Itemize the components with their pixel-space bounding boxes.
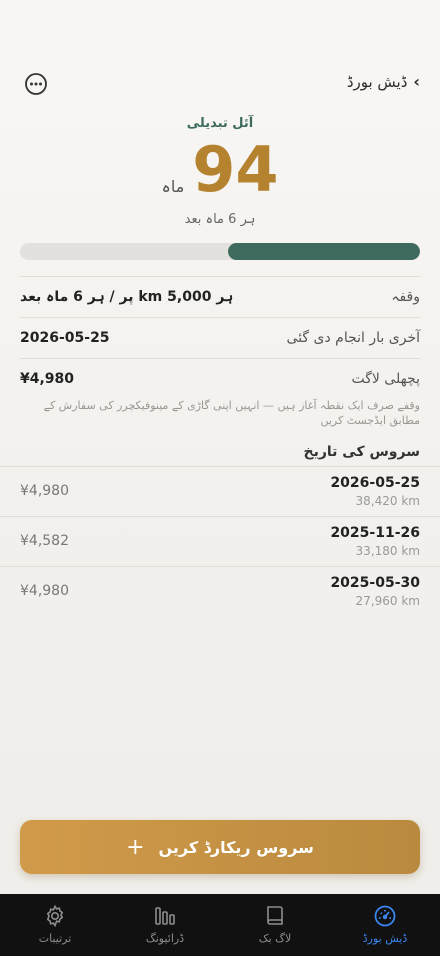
tab-settings[interactable]: ترتیبات: [0, 894, 110, 956]
hero-number: 94: [192, 133, 279, 206]
more-options-button[interactable]: [24, 72, 48, 96]
tab-driving[interactable]: ڈرائیونگ: [110, 894, 220, 956]
history-cost: ¥4,980: [20, 483, 69, 499]
more-icon: [25, 73, 47, 95]
hero-subtitle: ہر 6 ماہ بعد: [184, 212, 256, 227]
tab-bar: ترتیبات ڈرائیونگ لاگ بک ڈیش بورڈ: [0, 894, 440, 956]
book-icon: [267, 906, 283, 925]
tab-logbook[interactable]: لاگ بک: [220, 894, 330, 956]
last-cost-label: پچھلی لاگت: [351, 371, 420, 387]
progress-bar: [20, 243, 420, 260]
history-row[interactable]: ¥4,980 2026-05-25 38,420 km: [0, 466, 440, 516]
tab-label: لاگ بک: [258, 932, 292, 945]
last-done-label: آخری بار انجام دی گئی: [286, 330, 420, 346]
interval-row: ہر 5,000 km پر / ہر 6 ماہ بعد وقفہ: [20, 276, 420, 317]
last-done-value: 2026-05-25: [20, 330, 110, 346]
plus-icon: +: [126, 834, 145, 860]
history-km: 33,180 km: [355, 544, 420, 558]
record-service-label: سروس ریکارڈ کریں: [158, 837, 314, 857]
last-done-row: 2026-05-25 آخری بار انجام دی گئی: [20, 317, 420, 358]
hero-value: ماہ 94: [0, 134, 440, 206]
interval-value: ہر 5,000 km پر / ہر 6 ماہ بعد: [20, 289, 234, 305]
history-km: 27,960 km: [355, 594, 420, 608]
history-date: 2025-11-26: [330, 525, 420, 541]
history-cost: ¥4,980: [20, 583, 69, 599]
chevron-right-icon: ›: [413, 72, 420, 91]
history-row[interactable]: ¥4,980 2025-05-30 27,960 km: [0, 566, 440, 616]
screen: › ڈیش بورڈ آئل تبدیلی ماہ 94 ہر 6 ماہ بع…: [0, 0, 440, 956]
speedometer-icon: [374, 905, 396, 927]
tab-label: ترتیبات: [38, 932, 72, 945]
tab-dashboard[interactable]: ڈیش بورڈ: [330, 894, 440, 956]
tab-label: ڈیش بورڈ: [362, 932, 408, 945]
back-button[interactable]: › ڈیش بورڈ: [347, 72, 420, 91]
back-label: ڈیش بورڈ: [346, 72, 408, 91]
history-date: 2025-05-30: [330, 575, 420, 591]
history-cost: ¥4,582: [20, 533, 69, 549]
history-date: 2026-05-25: [330, 475, 420, 491]
hero-title: آئل تبدیلی: [186, 116, 254, 131]
progress-fill: [228, 243, 420, 260]
history-title: سروس کی تاریخ: [303, 444, 420, 460]
gear-icon: [46, 904, 64, 928]
bars-icon: [155, 907, 175, 925]
interval-label: وقفہ: [391, 289, 420, 305]
header: › ڈیش بورڈ: [20, 66, 420, 102]
last-cost-row: ¥4,980 پچھلی لاگت: [20, 358, 420, 399]
tab-label: ڈرائیونگ: [145, 932, 185, 945]
hero-unit: ماہ: [161, 177, 185, 196]
interval-note: وقفے صرف ایک نقطہ آغاز ہیں — انہیں اپنی …: [43, 399, 420, 427]
history-km: 38,420 km: [355, 494, 420, 508]
history-row[interactable]: ¥4,582 2025-11-26 33,180 km: [0, 516, 440, 566]
record-service-button[interactable]: سروس ریکارڈ کریں +: [20, 820, 420, 874]
last-cost-value: ¥4,980: [20, 371, 75, 387]
